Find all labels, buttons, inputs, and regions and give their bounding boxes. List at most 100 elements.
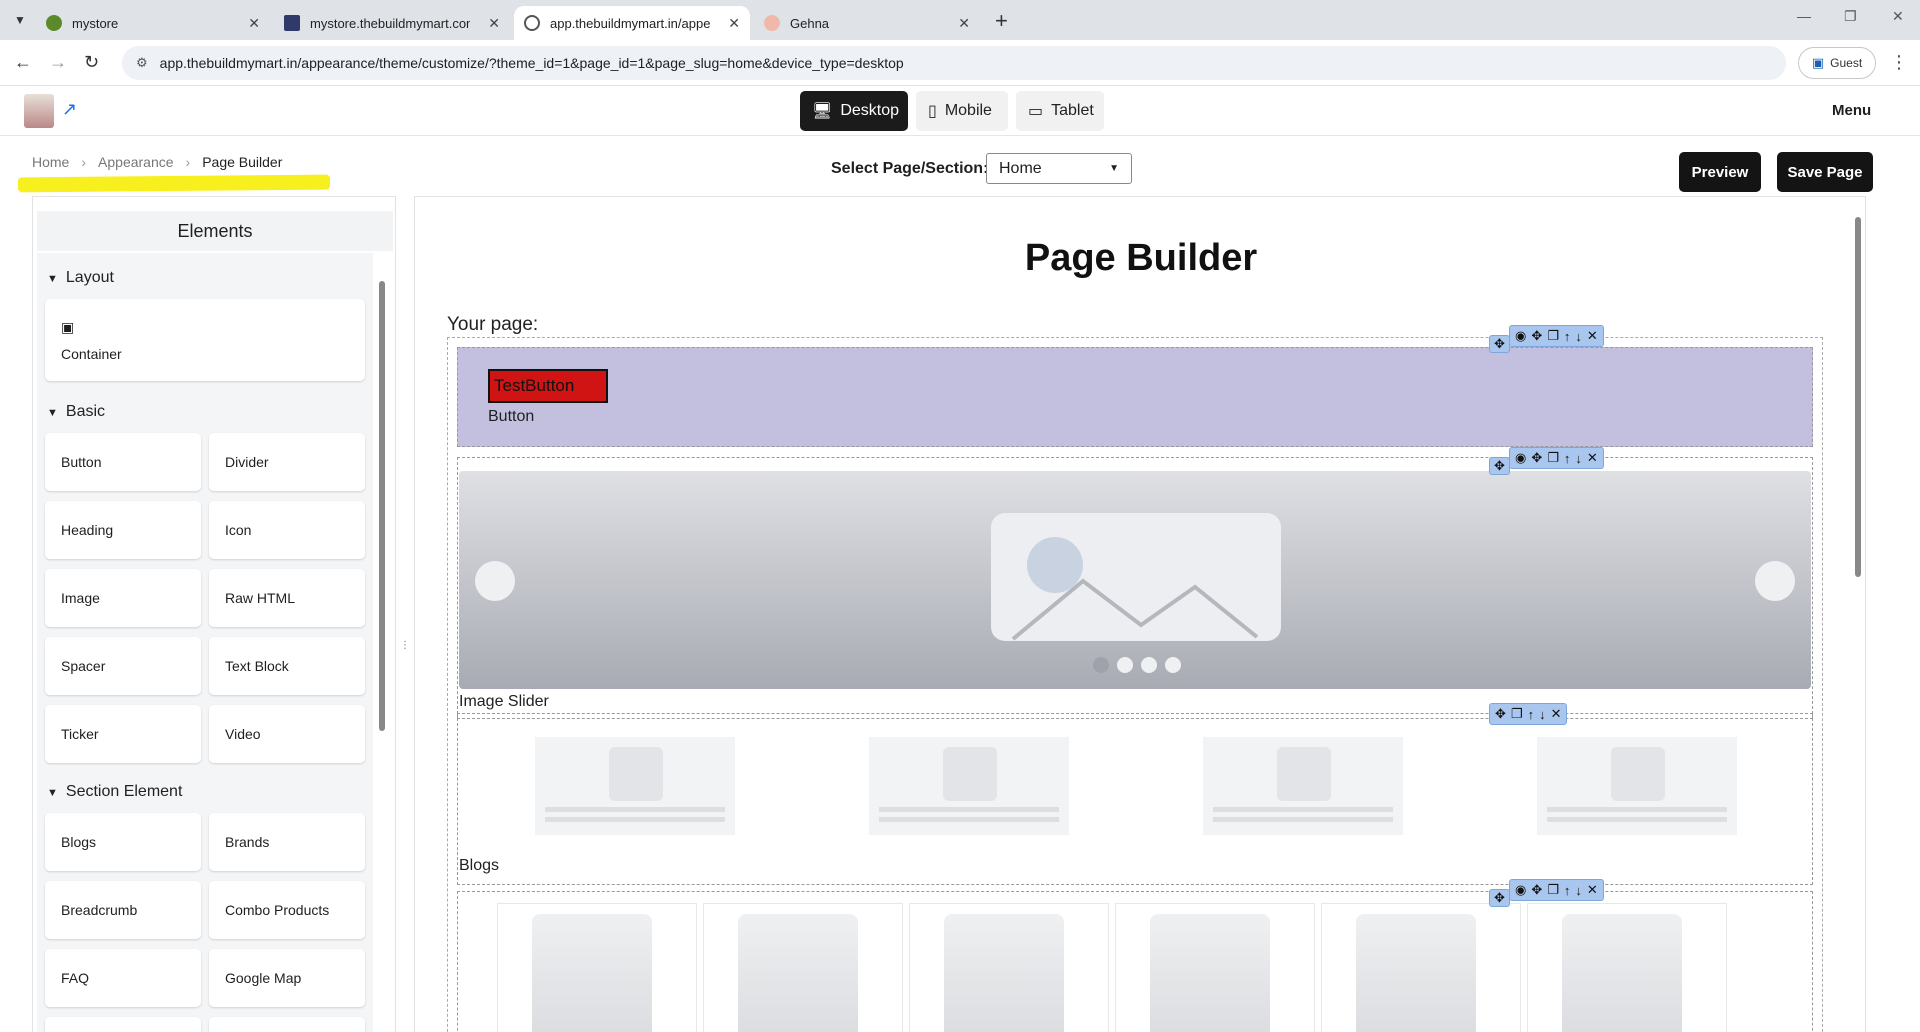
move-icon[interactable]: ✥ [1494,890,1505,906]
group-layout-toggle[interactable]: ▼ Layout [47,269,114,287]
slider-dot[interactable] [1141,657,1157,673]
address-bar[interactable]: ⚙ app.thebuildmymart.in/appearance/theme… [122,46,1786,80]
device-desktop-button[interactable]: 🖥 Desktop [800,91,908,131]
close-icon[interactable]: ✕ [958,15,970,32]
group-basic-toggle[interactable]: ▼ Basic [47,403,105,421]
close-icon[interactable]: ✕ [1587,450,1598,466]
group-section-element-toggle[interactable]: ▼ Section Element [47,783,182,801]
breadcrumb-home[interactable]: Home [32,154,69,170]
move-icon[interactable]: ✥ [1531,882,1542,898]
button-section[interactable]: TestButton Button [457,347,1813,447]
device-mobile-button[interactable]: ▯ Mobile [916,91,1008,131]
blog-card-placeholder[interactable] [535,737,735,835]
element-ticker[interactable]: Ticker [45,705,201,763]
copy-icon[interactable]: ❐ [1547,882,1559,898]
browser-tab[interactable]: Gehna ✕ [754,6,980,40]
move-icon[interactable]: ✥ [1494,336,1505,352]
product-card-placeholder[interactable] [1527,903,1727,1032]
tab-list-chevron-icon[interactable]: ▼ [10,10,30,30]
save-page-button[interactable]: Save Page [1777,152,1873,192]
element-divider[interactable]: Divider [209,433,365,491]
arrow-up-icon[interactable]: ↑ [1564,883,1571,898]
back-arrow-icon[interactable]: ← [14,52,32,73]
element-heading[interactable]: Heading [45,501,201,559]
copy-icon[interactable]: ❐ [1547,450,1559,466]
element-next-card[interactable] [45,1017,201,1032]
blog-card-placeholder[interactable] [1537,737,1737,835]
close-icon[interactable]: ✕ [248,15,260,32]
element-combo-products[interactable]: Combo Products [209,881,365,939]
eye-icon[interactable]: ◉ [1515,328,1526,344]
close-icon[interactable]: ✕ [1587,328,1598,344]
browser-tab-active[interactable]: app.thebuildmymart.in/appeara ✕ [514,6,750,40]
copy-icon[interactable]: ❐ [1547,328,1559,344]
element-move-handle[interactable]: ✥ [1489,335,1510,353]
arrow-down-icon[interactable]: ↓ [1539,707,1546,722]
forward-arrow-icon[interactable]: → [49,52,67,73]
element-google-map[interactable]: Google Map [209,949,365,1007]
element-text-block[interactable]: Text Block [209,637,365,695]
move-icon[interactable]: ✥ [1495,706,1506,722]
element-raw-html[interactable]: Raw HTML [209,569,365,627]
element-brands[interactable]: Brands [209,813,365,871]
device-tablet-button[interactable]: ▭ Tablet [1016,91,1104,131]
site-info-icon[interactable]: ⚙ [136,55,148,71]
element-icon[interactable]: Icon [209,501,365,559]
preview-button[interactable]: Preview [1679,152,1761,192]
test-button[interactable]: TestButton [488,369,608,403]
element-move-handle[interactable]: ✥ [1489,457,1510,475]
element-faq[interactable]: FAQ [45,949,201,1007]
close-icon[interactable]: ✕ [728,15,740,32]
product-card-placeholder[interactable] [909,903,1109,1032]
element-video[interactable]: Video [209,705,365,763]
canvas-scrollbar-thumb[interactable] [1855,217,1861,577]
slider-prev-button[interactable] [475,561,515,601]
minimize-icon[interactable]: — [1797,8,1811,24]
product-card-placeholder[interactable] [1321,903,1521,1032]
blog-card-placeholder[interactable] [1203,737,1403,835]
element-button[interactable]: Button [45,433,201,491]
arrow-down-icon[interactable]: ↓ [1575,329,1582,344]
arrow-up-icon[interactable]: ↑ [1564,451,1571,466]
slider-next-button[interactable] [1755,561,1795,601]
arrow-up-icon[interactable]: ↑ [1564,329,1571,344]
move-icon[interactable]: ✥ [1531,328,1542,344]
product-card-placeholder[interactable] [497,903,697,1032]
browser-menu-icon[interactable]: ⋮ [1890,52,1908,73]
product-card-placeholder[interactable] [703,903,903,1032]
eye-icon[interactable]: ◉ [1515,450,1526,466]
element-spacer[interactable]: Spacer [45,637,201,695]
slider-dot[interactable] [1093,657,1109,673]
move-icon[interactable]: ✥ [1494,458,1505,474]
store-logo[interactable] [24,94,54,128]
image-slider[interactable] [459,471,1811,689]
menu-link[interactable]: Menu [1832,102,1871,119]
element-next-card[interactable] [209,1017,365,1032]
external-link-icon[interactable]: ↗ [62,99,77,120]
new-tab-plus-icon[interactable]: + [995,8,1008,34]
close-icon[interactable]: ✕ [1587,882,1598,898]
window-close-icon[interactable]: ✕ [1892,8,1904,25]
close-icon[interactable]: ✕ [488,15,500,32]
elements-scrollbar-thumb[interactable] [379,281,385,731]
product-card-placeholder[interactable] [1115,903,1315,1032]
arrow-down-icon[interactable]: ↓ [1575,451,1582,466]
browser-tab[interactable]: mystore.thebuildmymart.com ✕ [274,6,510,40]
panel-resize-handle-icon[interactable]: ⋮ [400,640,410,651]
breadcrumb-appearance[interactable]: Appearance [98,154,174,170]
profile-button[interactable]: ▣ Guest [1798,47,1876,79]
slider-dot[interactable] [1165,657,1181,673]
page-select-dropdown[interactable]: Home ▼ [986,153,1132,184]
element-image[interactable]: Image [45,569,201,627]
element-blogs[interactable]: Blogs [45,813,201,871]
slider-dot[interactable] [1117,657,1133,673]
element-breadcrumb[interactable]: Breadcrumb [45,881,201,939]
close-icon[interactable]: ✕ [1551,706,1562,722]
element-move-handle[interactable]: ✥ [1489,889,1510,907]
reload-icon[interactable]: ↻ [84,52,99,73]
copy-icon[interactable]: ❐ [1511,706,1523,722]
eye-icon[interactable]: ◉ [1515,882,1526,898]
move-icon[interactable]: ✥ [1531,450,1542,466]
restore-icon[interactable]: ❐ [1844,8,1857,25]
blog-card-placeholder[interactable] [869,737,1069,835]
